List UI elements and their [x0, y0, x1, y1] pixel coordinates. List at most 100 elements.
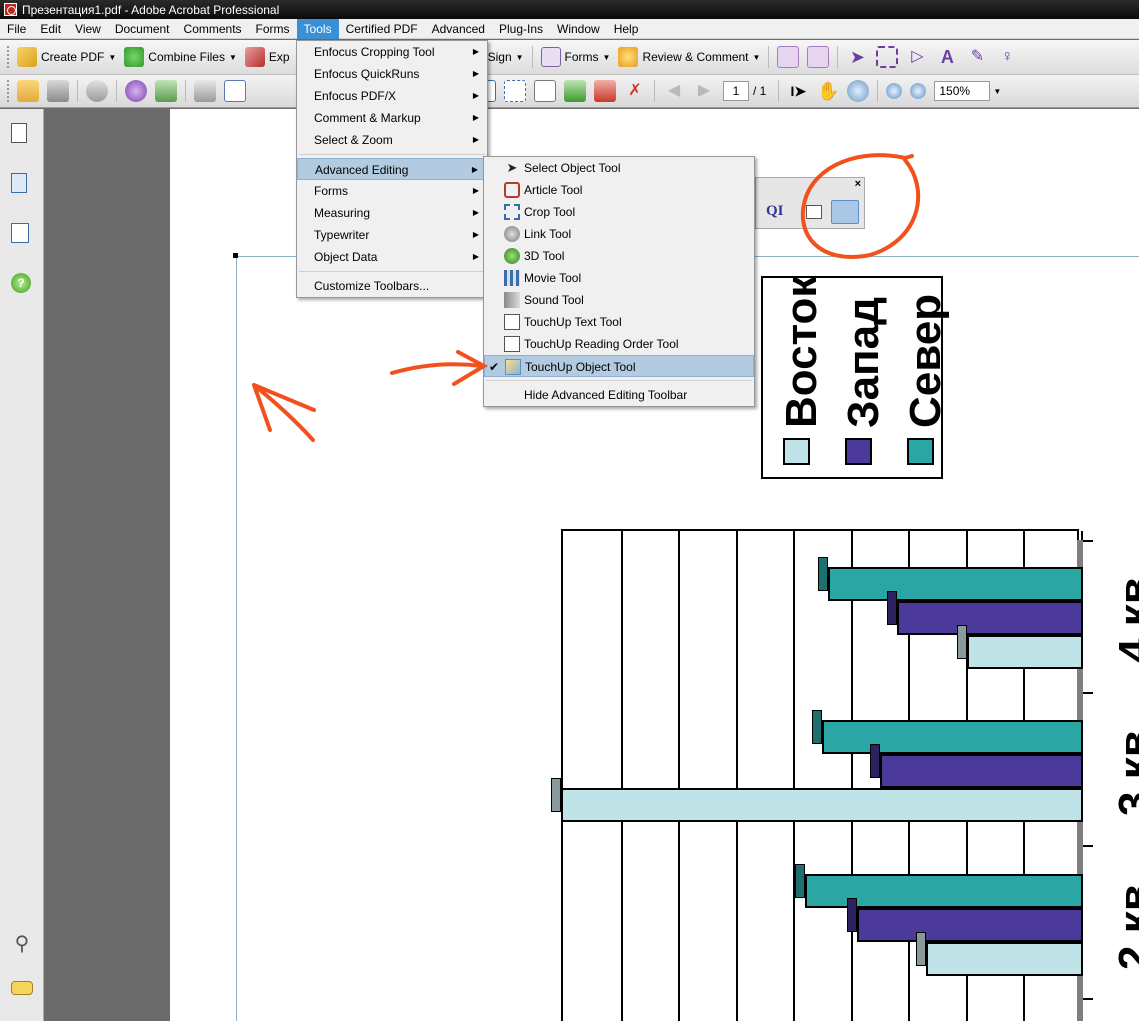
pencil-tool-icon[interactable]: ▷	[906, 46, 928, 68]
chevron-down-icon[interactable]: ▼	[993, 87, 1001, 96]
advanced-editing-item-touchup-object-tool[interactable]: ✔ TouchUp Object Tool	[484, 355, 754, 377]
page-number-input[interactable]: 1	[723, 81, 749, 101]
tools-menu-item-measuring[interactable]: Measuring ▶	[297, 202, 487, 224]
crop-icon[interactable]	[504, 80, 526, 102]
tools-menu-item-enfocus-cropping-tool[interactable]: Enfocus Cropping Tool ▶	[297, 41, 487, 63]
edit-icon[interactable]	[534, 80, 556, 102]
menu-item-label: Link Tool	[524, 227, 572, 241]
menu-document[interactable]: Document	[108, 19, 177, 39]
menu-certified-pdf[interactable]: Certified PDF	[339, 19, 425, 39]
hand-tool-icon[interactable]: ✋	[817, 80, 839, 102]
advanced-editing-item-touchup-text-tool[interactable]: TouchUp Text Tool	[484, 311, 754, 333]
touchup-object-icon[interactable]	[831, 200, 859, 224]
tasks-toolbar: Create PDF ▼ Combine Files ▼ Exp Sign ▼ For…	[0, 40, 1139, 75]
text-select-icon[interactable]: I➤	[787, 80, 809, 102]
menu-view[interactable]: View	[68, 19, 108, 39]
menu-window[interactable]: Window	[550, 19, 607, 39]
axis-tick	[1083, 540, 1093, 542]
menu-advanced[interactable]: Advanced	[425, 19, 492, 39]
prev-page-icon[interactable]: ◀	[663, 80, 685, 102]
search-document-icon[interactable]	[86, 80, 108, 102]
tools-menu-item-enfocus-quickruns[interactable]: Enfocus QuickRuns ▶	[297, 63, 487, 85]
text-tool-icon[interactable]: A	[936, 46, 958, 68]
advanced-editing-item-sound-tool[interactable]: Sound Tool	[484, 289, 754, 311]
rectangle-tool-icon[interactable]	[876, 46, 899, 68]
menu-file[interactable]: File	[0, 19, 33, 39]
zoom-out-icon[interactable]	[886, 83, 903, 99]
advanced-editing-item-touchup-reading-order-tool[interactable]: TouchUp Reading Order Tool	[484, 333, 754, 355]
touchup-reading-order-button[interactable]: QI	[766, 203, 784, 220]
review-comment-button[interactable]: Review & Comment ▼	[614, 45, 764, 69]
save-icon[interactable]	[194, 80, 216, 102]
toolbar-grip[interactable]	[7, 80, 10, 102]
signatures-icon[interactable]	[11, 223, 29, 243]
menu-item-label: Object Data	[314, 250, 378, 264]
advanced-editing-item-link-tool[interactable]: Link Tool	[484, 223, 754, 245]
tools-menu-item-typewriter[interactable]: Typewriter ▶	[297, 224, 487, 246]
secure-icon[interactable]	[777, 46, 800, 68]
more-tools-icon[interactable]: ♀	[996, 46, 1018, 68]
pages-icon[interactable]	[11, 123, 27, 143]
create-pdf-button[interactable]: Create PDF ▼	[13, 45, 120, 69]
open-folder-icon[interactable]	[17, 80, 39, 102]
chart-gridline	[735, 531, 738, 1021]
email-icon[interactable]	[224, 80, 246, 102]
comments-icon[interactable]	[11, 981, 33, 995]
advanced-editing-item-crop-tool[interactable]: Crop Tool	[484, 201, 754, 223]
zoom-level-select[interactable]: 150%	[934, 81, 991, 101]
pen-tool-icon[interactable]: ✎	[966, 46, 988, 68]
toolbar-grip[interactable]	[7, 46, 10, 68]
bar-cap	[916, 932, 927, 966]
advanced-editing-item-3d-tool[interactable]: 3D Tool	[484, 245, 754, 267]
attach-icon[interactable]	[155, 80, 177, 102]
tools-icon[interactable]: ✗	[624, 80, 646, 102]
advanced-editing-item-select-object-tool[interactable]: ➤ Select Object Tool	[484, 157, 754, 179]
sign-button[interactable]: Sign ▼	[484, 45, 528, 69]
chart-gridline	[620, 531, 623, 1021]
menu-comments[interactable]: Comments	[177, 19, 249, 39]
select-arrow-icon[interactable]: ➤	[846, 46, 868, 68]
tools-menu-item-customize-toolbars[interactable]: Customize Toolbars...	[297, 275, 487, 297]
touchup-text-icon[interactable]	[806, 205, 822, 219]
organizer-icon[interactable]	[125, 80, 147, 102]
menu-plug-ins[interactable]: Plug-Ins	[492, 19, 550, 39]
menu-item-label: Comment & Markup	[314, 111, 421, 125]
print-icon[interactable]	[47, 80, 69, 102]
help-icon[interactable]: ?	[11, 273, 31, 293]
insert-pages-icon[interactable]	[564, 80, 586, 102]
menu-item-label: Movie Tool	[524, 271, 582, 285]
export-button[interactable]: Exp	[241, 45, 294, 69]
close-icon[interactable]: ×	[855, 178, 861, 190]
advanced-editing-item-hide-advanced-editing-toolbar[interactable]: Hide Advanced Editing Toolbar	[484, 384, 754, 406]
selection-handle[interactable]	[233, 253, 238, 258]
menu-help[interactable]: Help	[607, 19, 646, 39]
tools-menu-item-object-data[interactable]: Object Data ▶	[297, 246, 487, 268]
advanced-editing-item-movie-tool[interactable]: Movie Tool	[484, 267, 754, 289]
chart-bar	[897, 601, 1083, 635]
menu-forms[interactable]: Forms	[249, 19, 297, 39]
sign-doc-icon[interactable]	[807, 46, 830, 68]
advanced-editing-item-article-tool[interactable]: Article Tool	[484, 179, 754, 201]
export-label: Exp	[268, 50, 290, 64]
attachments-icon[interactable]: ⚲	[11, 931, 33, 955]
menu-tools[interactable]: Tools	[296, 18, 339, 39]
combine-files-label: Combine Files	[148, 50, 225, 64]
movie-icon	[504, 270, 520, 286]
tools-menu-item-forms[interactable]: Forms ▶	[297, 180, 487, 202]
bookmarks-icon[interactable]	[11, 173, 27, 193]
reading-order-icon	[504, 336, 520, 352]
combine-files-button[interactable]: Combine Files ▼	[120, 45, 241, 69]
zoom-tool-icon[interactable]	[847, 80, 870, 102]
next-page-icon[interactable]: ▶	[693, 80, 715, 102]
tools-menu-item-advanced-editing[interactable]: Advanced Editing ▶	[297, 158, 487, 180]
advanced-editing-submenu: ➤ Select Object Tool Article Tool Crop Tool…	[483, 156, 755, 407]
tools-menu-item-select-zoom[interactable]: Select & Zoom ▶	[297, 129, 487, 151]
tools-menu-item-comment-markup[interactable]: Comment & Markup ▶	[297, 107, 487, 129]
review-comment-icon	[618, 47, 639, 67]
3d-icon	[504, 248, 520, 264]
zoom-in-icon[interactable]	[910, 83, 927, 99]
extract-pages-icon[interactable]	[594, 80, 616, 102]
menu-edit[interactable]: Edit	[33, 19, 68, 39]
forms-button[interactable]: Forms ▼	[537, 45, 615, 69]
tools-menu-item-enfocus-pdf-x[interactable]: Enfocus PDF/X ▶	[297, 85, 487, 107]
